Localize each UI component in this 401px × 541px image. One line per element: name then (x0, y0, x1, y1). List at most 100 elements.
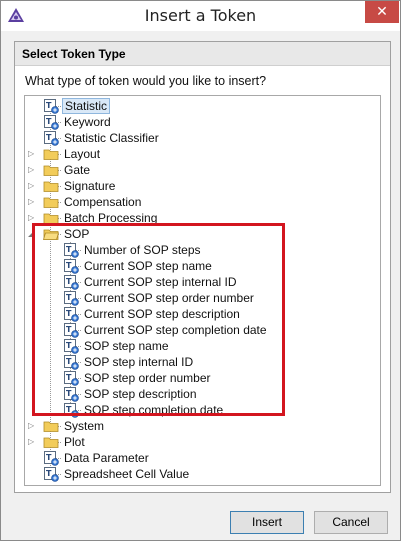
tree-item-label: SOP (64, 227, 90, 241)
token-type-group: Select Token Type What type of token wou… (14, 41, 391, 493)
token-icon: T (43, 98, 59, 114)
token-icon: T (43, 466, 59, 482)
tree-item-current-sop-step-order-number[interactable]: T Current SOP step order number (25, 290, 380, 306)
token-icon: T (63, 386, 79, 402)
expand-arrow-icon[interactable]: ▷ (28, 166, 36, 174)
token-icon: T (63, 402, 79, 418)
token-icon: T (63, 290, 79, 306)
tree-item-label: Statistic (62, 98, 111, 114)
token-icon: T (63, 338, 79, 354)
tree-item-keyword[interactable]: T Keyword (25, 114, 380, 130)
folder-icon (43, 162, 59, 178)
folder-icon (43, 434, 59, 450)
tree-item-label: SOP step order number (84, 371, 211, 385)
tree-item-label: SOP step internal ID (84, 355, 194, 369)
tree-item-batch-processing[interactable]: ▷ Batch Processing (25, 210, 380, 226)
folder-icon (43, 194, 59, 210)
svg-text:T: T (66, 341, 72, 350)
token-icon: T (63, 306, 79, 322)
expand-arrow-icon[interactable]: ▷ (28, 422, 36, 430)
tree-item-label: SOP step name (84, 339, 169, 353)
tree-item-current-sop-step-internal-id[interactable]: T Current SOP step internal ID (25, 274, 380, 290)
tree-item-sop-step-internal-id[interactable]: T SOP step internal ID (25, 354, 380, 370)
tree-item-current-sop-step-completion-date[interactable]: T Current SOP step completion date (25, 322, 380, 338)
folder-icon (43, 146, 59, 162)
svg-text:T: T (66, 357, 72, 366)
svg-text:T: T (66, 325, 72, 334)
question-label: What type of token would you like to ins… (25, 74, 267, 88)
svg-text:T: T (66, 261, 72, 270)
tree-item-plot[interactable]: ▷ Plot (25, 434, 380, 450)
token-icon: T (63, 322, 79, 338)
collapse-arrow-icon[interactable]: ◢ (28, 230, 36, 238)
tree-item-label: Data Parameter (64, 451, 149, 465)
expand-arrow-icon[interactable]: ▷ (28, 198, 36, 206)
svg-text:T: T (66, 245, 72, 254)
folder-icon (43, 210, 59, 226)
tree-item-statistic[interactable]: T Statistic (25, 98, 380, 114)
insert-button[interactable]: Insert (230, 511, 304, 534)
tree-item-sop-step-name[interactable]: T SOP step name (25, 338, 380, 354)
tree-item-label: Current SOP step description (84, 307, 240, 321)
title-bar: Insert a Token ✕ (1, 1, 400, 31)
group-title: Select Token Type (22, 47, 126, 61)
tree-item-label: Current SOP step completion date (84, 323, 267, 337)
tree-item-label: Plot (64, 435, 85, 449)
tree-item-current-sop-step-name[interactable]: T Current SOP step name (25, 258, 380, 274)
tree-item-label: Number of SOP steps (84, 243, 201, 257)
svg-text:T: T (46, 101, 52, 110)
svg-text:T: T (66, 277, 72, 286)
tree-item-statistic-classifier[interactable]: T Statistic Classifier (25, 130, 380, 146)
tree-item-sop[interactable]: ◢ SOP (25, 226, 380, 242)
tree-item-spreadsheet-cell-value[interactable]: T Spreadsheet Cell Value (25, 466, 380, 482)
tree-item-label: Keyword (64, 115, 111, 129)
tree-item-label: Current SOP step internal ID (84, 275, 237, 289)
token-icon: T (63, 242, 79, 258)
insert-token-dialog: Insert a Token ✕ Select Token Type What … (0, 0, 401, 541)
tree-item-label: Gate (64, 163, 91, 177)
token-tree[interactable]: T Statistic T Keyword T Statistic Classifier ▷… (24, 95, 381, 486)
cancel-button[interactable]: Cancel (314, 511, 388, 534)
close-button[interactable]: ✕ (365, 1, 399, 23)
tree-item-signature[interactable]: ▷ Signature (25, 178, 380, 194)
token-icon: T (63, 274, 79, 290)
tree-item-label: Layout (64, 147, 101, 161)
token-icon: T (43, 114, 59, 130)
tree-item-label: Current SOP step name (84, 259, 212, 273)
tree-item-sop-step-description[interactable]: T SOP step description (25, 386, 380, 402)
expand-arrow-icon[interactable]: ▷ (28, 214, 36, 222)
tree-item-data-parameter[interactable]: T Data Parameter (25, 450, 380, 466)
token-icon: T (63, 354, 79, 370)
tree-item-layout[interactable]: ▷ Layout (25, 146, 380, 162)
group-header: Select Token Type (15, 42, 390, 66)
folder-icon (42, 226, 60, 242)
tree-item-label: SOP step description (84, 387, 197, 401)
svg-text:T: T (66, 373, 72, 382)
tree-item-label: Compensation (64, 195, 142, 209)
token-icon: T (43, 450, 59, 466)
folder-icon (43, 178, 59, 194)
token-icon: T (43, 130, 59, 146)
tree-item-label: Statistic Classifier (64, 131, 159, 145)
tree-item-label: Current SOP step order number (84, 291, 254, 305)
tree-item-sop-step-completion-date[interactable]: T SOP step completion date (25, 402, 380, 418)
expand-arrow-icon[interactable]: ▷ (28, 182, 36, 190)
svg-text:T: T (66, 293, 72, 302)
svg-text:T: T (46, 453, 52, 462)
svg-text:T: T (66, 309, 72, 318)
tree-item-current-sop-step-description[interactable]: T Current SOP step description (25, 306, 380, 322)
tree-item-gate[interactable]: ▷ Gate (25, 162, 380, 178)
folder-icon (43, 418, 59, 434)
token-icon: T (63, 258, 79, 274)
expand-arrow-icon[interactable]: ▷ (28, 438, 36, 446)
tree-item-number-of-sop-steps[interactable]: T Number of SOP steps (25, 242, 380, 258)
tree-item-label: SOP step completion date (84, 403, 224, 417)
tree-item-system[interactable]: ▷ System (25, 418, 380, 434)
tree-item-compensation[interactable]: ▷ Compensation (25, 194, 380, 210)
tree-item-label: Signature (64, 179, 116, 193)
tree-item-sop-step-order-number[interactable]: T SOP step order number (25, 370, 380, 386)
expand-arrow-icon[interactable]: ▷ (28, 150, 36, 158)
window-title: Insert a Token (144, 6, 257, 25)
tree-item-label: Spreadsheet Cell Value (64, 467, 190, 481)
svg-text:T: T (46, 469, 52, 478)
